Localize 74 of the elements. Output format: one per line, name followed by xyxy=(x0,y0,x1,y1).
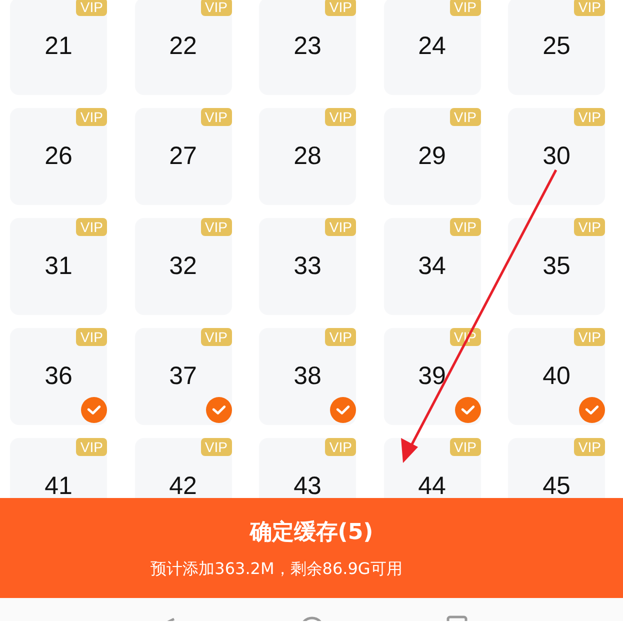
episode-tile[interactable]: VIP 22 xyxy=(134,0,232,95)
episode-number: 45 xyxy=(542,472,570,500)
vip-badge: VIP xyxy=(200,438,232,456)
episode-number: 21 xyxy=(44,32,72,61)
episode-tile[interactable]: VIP 25 xyxy=(508,0,605,95)
vip-badge: VIP xyxy=(574,438,605,456)
episode-number: 23 xyxy=(294,32,322,61)
episode-number: 34 xyxy=(418,252,446,281)
episode-tile[interactable]: VIP 26 xyxy=(10,108,107,205)
episode-number: 39 xyxy=(418,362,446,391)
episode-tile[interactable]: VIP 24 xyxy=(384,0,480,95)
vip-badge: VIP xyxy=(450,438,480,456)
episode-tile[interactable]: VIP 45 xyxy=(508,438,605,500)
vip-badge: VIP xyxy=(76,438,107,456)
vip-badge: VIP xyxy=(574,108,605,126)
storage-info: 预计添加363.2M，剩余86.9G可用 xyxy=(150,558,404,580)
vip-badge: VIP xyxy=(200,218,232,236)
episode-number: 22 xyxy=(169,32,197,61)
episode-tile[interactable]: VIP 33 xyxy=(259,218,356,315)
episode-tile[interactable]: VIP 36 xyxy=(10,328,107,425)
vip-badge: VIP xyxy=(450,0,480,16)
vip-badge: VIP xyxy=(76,218,107,236)
vip-badge: VIP xyxy=(200,328,232,346)
vip-badge: VIP xyxy=(325,108,356,126)
vip-badge: VIP xyxy=(450,218,480,236)
episode-tile[interactable]: VIP 28 xyxy=(259,108,356,205)
episode-tile[interactable]: VIP 37 xyxy=(134,328,232,425)
vip-badge: VIP xyxy=(325,0,356,16)
vip-badge: VIP xyxy=(76,108,107,126)
vip-badge: VIP xyxy=(200,0,232,16)
episode-tile[interactable]: VIP 27 xyxy=(134,108,232,205)
episode-number: 41 xyxy=(44,472,72,500)
vip-badge: VIP xyxy=(325,328,356,346)
episode-number: 29 xyxy=(418,142,446,171)
episode-tile[interactable]: VIP 44 xyxy=(384,438,480,500)
episode-number: 30 xyxy=(542,142,570,171)
vip-badge: VIP xyxy=(76,328,107,346)
episode-tile[interactable]: VIP 30 xyxy=(508,108,605,205)
episode-tile[interactable]: VIP 40 xyxy=(508,328,605,425)
vip-badge: VIP xyxy=(325,218,356,236)
episode-tile[interactable]: VIP 31 xyxy=(10,218,107,315)
episode-tile[interactable]: VIP 42 xyxy=(134,438,232,500)
episode-tile[interactable]: VIP 32 xyxy=(134,218,232,315)
episode-number: 25 xyxy=(542,32,570,61)
episode-tile[interactable]: VIP 43 xyxy=(259,438,356,500)
vip-badge: VIP xyxy=(574,0,605,16)
episode-tile[interactable]: VIP 21 xyxy=(10,0,107,95)
episode-tile[interactable]: VIP 23 xyxy=(259,0,356,95)
episode-number: 36 xyxy=(44,362,72,391)
vip-badge: VIP xyxy=(574,218,605,236)
episode-tile[interactable]: VIP 29 xyxy=(384,108,480,205)
episode-number: 31 xyxy=(44,252,72,281)
episode-tile[interactable]: VIP 41 xyxy=(10,438,107,500)
episode-number: 32 xyxy=(169,252,197,281)
episode-number: 44 xyxy=(418,472,446,500)
episode-tile[interactable]: VIP 38 xyxy=(259,328,356,425)
episode-number: 35 xyxy=(542,252,570,281)
vip-badge: VIP xyxy=(200,108,232,126)
episode-number: 38 xyxy=(294,362,322,391)
vip-badge: VIP xyxy=(450,108,480,126)
episode-number: 42 xyxy=(169,472,197,500)
episode-tile[interactable]: VIP 34 xyxy=(384,218,480,315)
episode-tile[interactable]: VIP 35 xyxy=(508,218,605,315)
episode-number: 28 xyxy=(294,142,322,171)
episode-number: 26 xyxy=(44,142,72,171)
episode-number: 40 xyxy=(542,362,570,391)
episode-number: 37 xyxy=(169,362,197,391)
vip-badge: VIP xyxy=(574,328,605,346)
vip-badge: VIP xyxy=(325,438,356,456)
episode-number: 27 xyxy=(169,142,197,171)
episode-number: 43 xyxy=(294,472,322,500)
vip-badge: VIP xyxy=(76,0,107,16)
episode-number: 33 xyxy=(294,252,322,281)
episode-number: 24 xyxy=(418,32,446,61)
